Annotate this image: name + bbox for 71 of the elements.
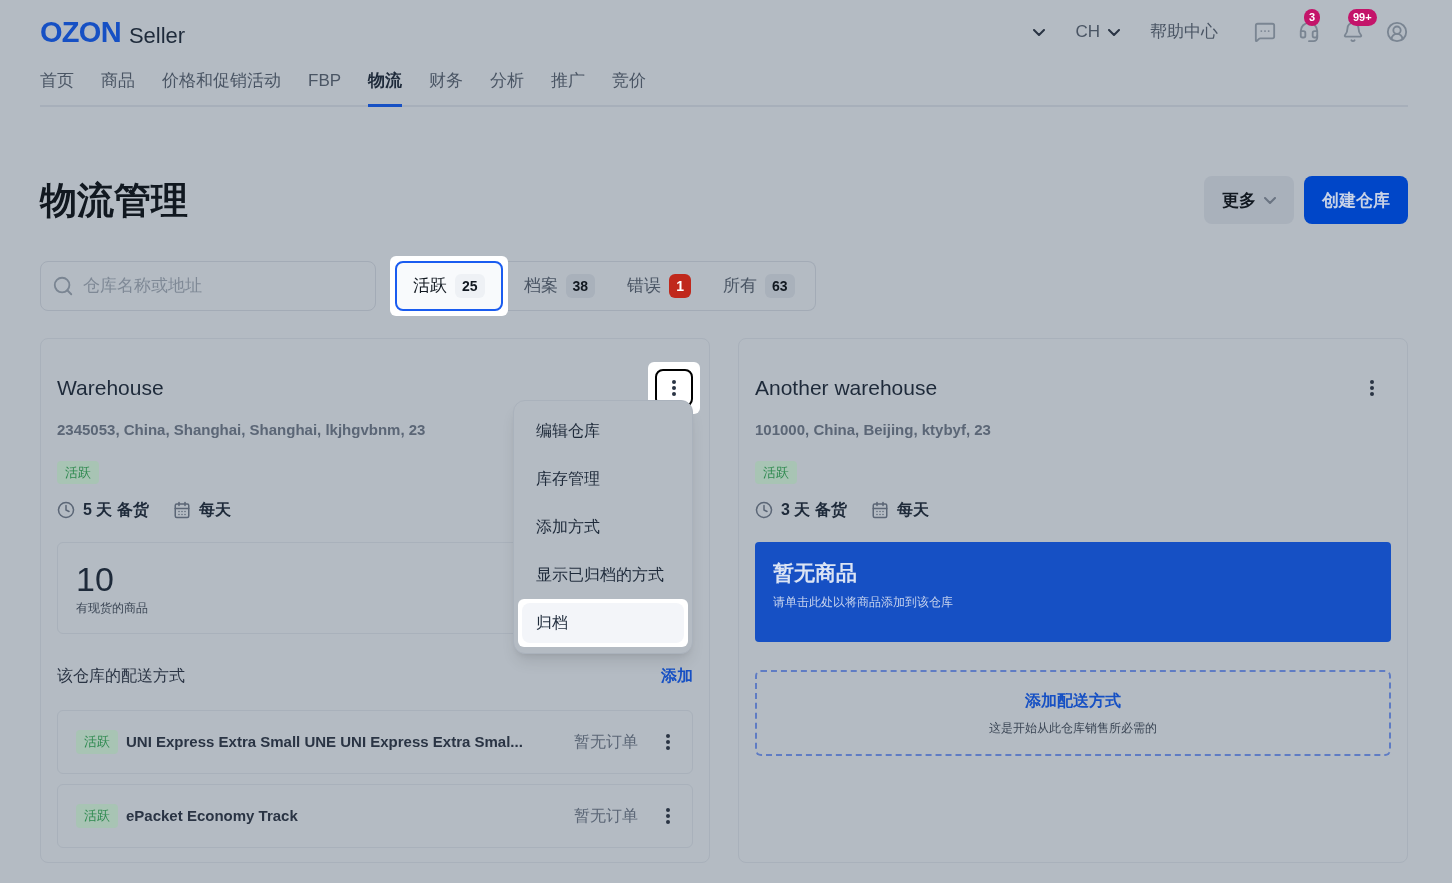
filter-tab[interactable]: 活跃 25: [395, 261, 503, 311]
clock-icon: [57, 501, 75, 519]
status-tag: 活跃: [57, 460, 99, 484]
nav-tab[interactable]: 推广: [551, 68, 586, 107]
add-link[interactable]: 添加: [661, 664, 693, 688]
bell-icon[interactable]: [1342, 21, 1364, 43]
empty-stock-banner[interactable]: 暂无商品 请单击此处以将商品添加到该仓库: [755, 542, 1391, 642]
notification-badge: 99+: [1348, 9, 1377, 26]
count-badge: 25: [455, 274, 485, 298]
more-options-icon: [672, 380, 676, 396]
add-delivery-area[interactable]: 添加配送方式 这是开始从此仓库销售所必需的: [755, 670, 1391, 756]
create-warehouse-button[interactable]: 创建仓库: [1304, 176, 1408, 225]
banner-text: 请单击此处以将商品添加到该仓库: [773, 594, 954, 611]
filter-tab[interactable]: 错误 1: [611, 261, 707, 311]
menu-item[interactable]: 显示已归档的方式: [522, 555, 684, 595]
status-tag: 活跃: [76, 730, 118, 754]
calendar-icon: [870, 501, 889, 519]
shipping-schedule: 每天: [198, 500, 231, 520]
nav-tab[interactable]: 商品: [101, 68, 135, 107]
clock-icon: [755, 501, 773, 519]
nav-tab[interactable]: 价格和促销活动: [162, 68, 281, 107]
nav-tab[interactable]: FBP: [308, 68, 342, 107]
section-heading: 该仓库的配送方式: [57, 666, 185, 686]
product-name: Seller: [128, 24, 186, 47]
help-center-link[interactable]: 帮助中心: [1150, 19, 1218, 45]
more-button[interactable]: 更多: [1204, 176, 1294, 225]
support-icon[interactable]: [1298, 21, 1320, 43]
delivery-method-name: UNI Express Extra Small UNE UNI Express Extra Smal...: [126, 731, 524, 752]
more-options-icon[interactable]: [666, 734, 670, 750]
preparation-time: 5 天 备货: [83, 500, 149, 521]
search-icon: [52, 275, 74, 297]
add-delivery-text: 这是开始从此仓库销售所必需的: [989, 720, 1157, 737]
page-title: 物流管理: [40, 178, 188, 223]
dropdown-button[interactable]: [1033, 28, 1046, 36]
warehouse-address: 101000, China, Beijing, ktybyf, 23: [755, 420, 991, 440]
chevron-down-icon: [1108, 28, 1120, 36]
warehouse-name: Warehouse: [57, 375, 164, 402]
stock-count: 10: [76, 559, 114, 599]
more-options-icon: [1370, 380, 1374, 396]
delivery-method-name: ePacket Economy Track: [126, 805, 299, 826]
notification-badge: 3: [1304, 9, 1321, 26]
nav-tab[interactable]: 首页: [40, 68, 74, 107]
order-status: 暂无订单: [574, 732, 638, 752]
brand-logo[interactable]: OZON: [40, 17, 121, 47]
stock-label: 有现货的商品: [76, 600, 148, 617]
language-selector[interactable]: CH: [1075, 19, 1120, 45]
nav-tab[interactable]: 竞价: [612, 68, 647, 107]
chevron-down-icon: [1264, 196, 1276, 204]
menu-item[interactable]: 库存管理: [522, 459, 684, 499]
nav-tab[interactable]: 分析: [490, 68, 525, 107]
preparation-time: 3 天 备货: [781, 500, 847, 521]
count-badge: 38: [565, 274, 596, 298]
menu-item[interactable]: 归档: [522, 603, 684, 643]
nav-tab[interactable]: 物流: [368, 68, 403, 107]
add-delivery-title: 添加配送方式: [1025, 691, 1121, 711]
count-badge: 63: [764, 274, 795, 298]
status-tag: 活跃: [755, 460, 797, 484]
filter-tab[interactable]: 档案 38: [507, 261, 612, 311]
warehouse-name: Another warehouse: [755, 375, 938, 402]
nav-tab[interactable]: 财务: [429, 68, 464, 107]
chevron-down-icon: [1033, 28, 1046, 36]
order-status: 暂无订单: [574, 806, 638, 826]
more-options-icon[interactable]: [666, 808, 670, 824]
menu-item[interactable]: 编辑仓库: [522, 411, 684, 451]
banner-title: 暂无商品: [773, 562, 858, 583]
calendar-icon: [172, 501, 191, 519]
count-badge: 1: [669, 274, 691, 298]
shipping-schedule: 每天: [896, 500, 929, 520]
status-tag: 活跃: [76, 804, 118, 828]
menu-item[interactable]: 添加方式: [522, 507, 684, 547]
warehouse-address: 2345053, China, Shanghai, Shanghai, lkjhgvbnm, 23: [57, 420, 426, 440]
